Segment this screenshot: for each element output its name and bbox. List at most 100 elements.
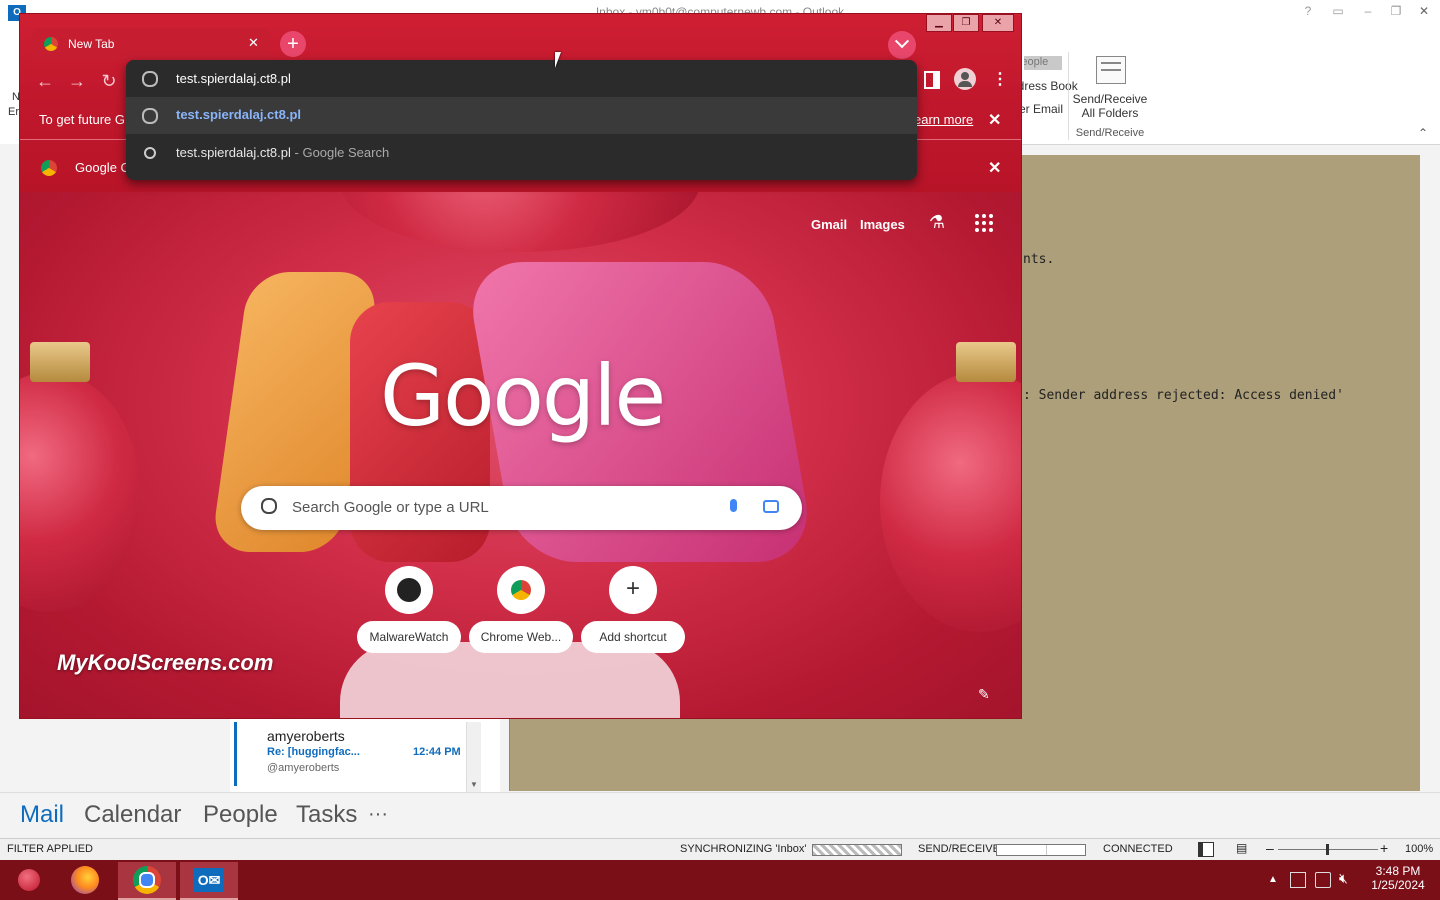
start-button[interactable]	[0, 862, 58, 898]
omnibox-input[interactable]: test.spierdalaj.ct8.pl	[176, 71, 291, 86]
shortcut-label[interactable]: Add shortcut	[581, 621, 685, 653]
suggestion-url: test.spierdalaj.ct8.pl	[176, 107, 301, 122]
reading-view-icon[interactable]: ▤	[1236, 841, 1247, 855]
sync-progress-bar	[812, 844, 902, 856]
ornament-left	[20, 372, 140, 612]
list-item[interactable]: amyeroberts Re: [huggingfac... 12:44 PM …	[234, 722, 469, 786]
shortcut-malwarewatch[interactable]	[385, 566, 433, 614]
globe-icon	[142, 71, 158, 87]
send-receive-label: Send/Receive	[1072, 92, 1148, 106]
clock-time: 3:48 PM	[1375, 864, 1421, 878]
tray-volume-icon[interactable]: 🔇︎	[1339, 870, 1348, 887]
close-icon[interactable]: ✕	[1414, 4, 1434, 20]
new-tab-page: Gmail Images ⚗ Google Search Google or t…	[20, 192, 1021, 718]
zoom-slider[interactable]	[1278, 844, 1378, 855]
new-tab-icon[interactable]: +	[280, 31, 306, 57]
nav-people[interactable]: People	[203, 801, 278, 829]
forward-icon[interactable]: →	[66, 70, 88, 92]
nav-tasks[interactable]: Tasks	[296, 801, 357, 829]
minimize-icon[interactable]: –	[1358, 4, 1378, 20]
nav-more[interactable]: ···	[368, 803, 388, 826]
images-link[interactable]: Images	[860, 217, 905, 232]
scroll-down-icon[interactable]: ▼	[467, 780, 481, 792]
send-receive-group-label: Send/Receive	[1075, 127, 1145, 139]
omnibox-dropdown: test.spierdalaj.ct8.pl test.spierdalaj.c…	[126, 60, 917, 180]
shortcut-label[interactable]: Chrome Web...	[469, 621, 573, 653]
normal-view-icon[interactable]	[1198, 842, 1214, 857]
mouse-cursor	[555, 52, 567, 68]
letter-year-decor	[340, 642, 680, 718]
reading-text-line: nts.	[1023, 252, 1055, 267]
search-icon	[144, 147, 156, 159]
back-icon[interactable]: ←	[34, 70, 56, 92]
customize-pencil-icon[interactable]: ✎	[978, 686, 990, 703]
search-placeholder: Search Google or type a URL	[292, 499, 489, 516]
omnibox-suggestion[interactable]: test.spierdalaj.ct8.pl	[126, 97, 917, 134]
nav-mail[interactable]: Mail	[20, 801, 64, 829]
firefox-icon	[71, 866, 99, 894]
default-browser-text: Google C	[75, 160, 130, 175]
suggestion-query: test.spierdalaj.ct8.pl - Google Search	[176, 145, 389, 160]
zoom-out-icon[interactable]: –	[1266, 840, 1274, 856]
taskbar-outlook[interactable]: O✉	[180, 862, 238, 900]
google-logo: Google	[380, 347, 666, 445]
ntp-search-box[interactable]: Search Google or type a URL	[241, 486, 802, 530]
send-receive-icon	[1096, 56, 1126, 84]
chrome-logo-icon	[41, 160, 57, 176]
nav-calendar[interactable]: Calendar	[84, 801, 181, 829]
labs-flask-icon[interactable]: ⚗	[926, 212, 948, 234]
chrome-web-store-icon	[511, 580, 531, 600]
apps-grid-icon[interactable]	[975, 214, 993, 232]
chrome-close-icon[interactable]: ✕	[982, 14, 1014, 32]
status-bar: FILTER APPLIED SYNCHRONIZING 'Inbox' SEN…	[0, 838, 1440, 861]
info-bar-close-icon[interactable]: ✕	[988, 110, 1001, 130]
status-filter: FILTER APPLIED	[7, 843, 93, 855]
ribbon-people-field[interactable]: People	[1024, 56, 1062, 70]
chrome-menu-icon[interactable]: ⋮	[992, 69, 1008, 89]
chrome-maximize-icon[interactable]: ❐	[953, 14, 979, 32]
restore-icon[interactable]: ❐	[1386, 4, 1406, 20]
lens-camera-icon[interactable]	[763, 500, 779, 513]
zoom-slider-thumb[interactable]	[1326, 844, 1329, 855]
add-shortcut-icon[interactable]: +	[609, 566, 657, 614]
send-receive-all-button[interactable]: Send/Receive All Folders	[1070, 92, 1150, 120]
list-scrollbar[interactable]: ▼	[466, 722, 481, 792]
tab-close-icon[interactable]: ✕	[248, 35, 259, 51]
outlook-icon: O✉	[194, 868, 224, 892]
shortcut-chrome-web-store[interactable]	[497, 566, 545, 614]
ribbon-divider	[1068, 52, 1069, 140]
help-icon[interactable]: ?	[1298, 4, 1318, 20]
shortcut-label[interactable]: MalwareWatch	[357, 621, 461, 653]
ribbon-display-icon[interactable]: ▭	[1328, 4, 1348, 20]
tray-action-center-icon[interactable]	[1290, 872, 1306, 888]
tray-expand-icon[interactable]: ▲	[1268, 874, 1278, 885]
suggestion-query-suffix: - Google Search	[290, 145, 390, 160]
ornament-right	[880, 372, 1021, 632]
clock-date: 1/25/2024	[1371, 878, 1425, 892]
side-panel-icon[interactable]	[924, 71, 940, 89]
status-connected: CONNECTED	[1103, 843, 1173, 855]
list-item-sender: amyeroberts	[267, 728, 345, 744]
zoom-in-icon[interactable]: +	[1380, 840, 1388, 856]
tray-network-icon[interactable]	[1315, 872, 1331, 888]
all-folders-label: All Folders	[1081, 106, 1139, 120]
tray-clock[interactable]: 3:48 PM 1/25/2024	[1366, 864, 1430, 892]
profile-avatar-icon[interactable]	[954, 68, 976, 90]
taskbar-firefox[interactable]	[56, 862, 114, 898]
learn-more-link[interactable]: earn more	[914, 112, 973, 127]
reload-icon[interactable]: ↻	[98, 70, 120, 92]
omnibox-suggestion[interactable]: test.spierdalaj.ct8.pl - Google Search	[126, 135, 917, 172]
globe-icon	[142, 108, 158, 124]
default-browser-close-icon[interactable]: ✕	[988, 158, 1001, 178]
taskbar-chrome[interactable]	[118, 862, 176, 900]
collapse-ribbon-icon[interactable]: ⌃	[1418, 126, 1428, 140]
tab-search-icon[interactable]	[888, 31, 916, 59]
chrome-window: ▁ ❐ ✕ New Tab ✕ + ← → ↻ ⋮ To get future …	[19, 13, 1022, 719]
voice-search-icon[interactable]	[730, 499, 737, 512]
tab-new-tab[interactable]: New Tab ✕	[32, 28, 270, 60]
omnibox[interactable]: test.spierdalaj.ct8.pl	[126, 60, 917, 96]
tab-title: New Tab	[68, 37, 115, 51]
ribbon-left-label-2: Er	[8, 106, 19, 118]
gmail-link[interactable]: Gmail	[811, 217, 847, 232]
chrome-minimize-icon[interactable]: ▁	[926, 14, 952, 32]
